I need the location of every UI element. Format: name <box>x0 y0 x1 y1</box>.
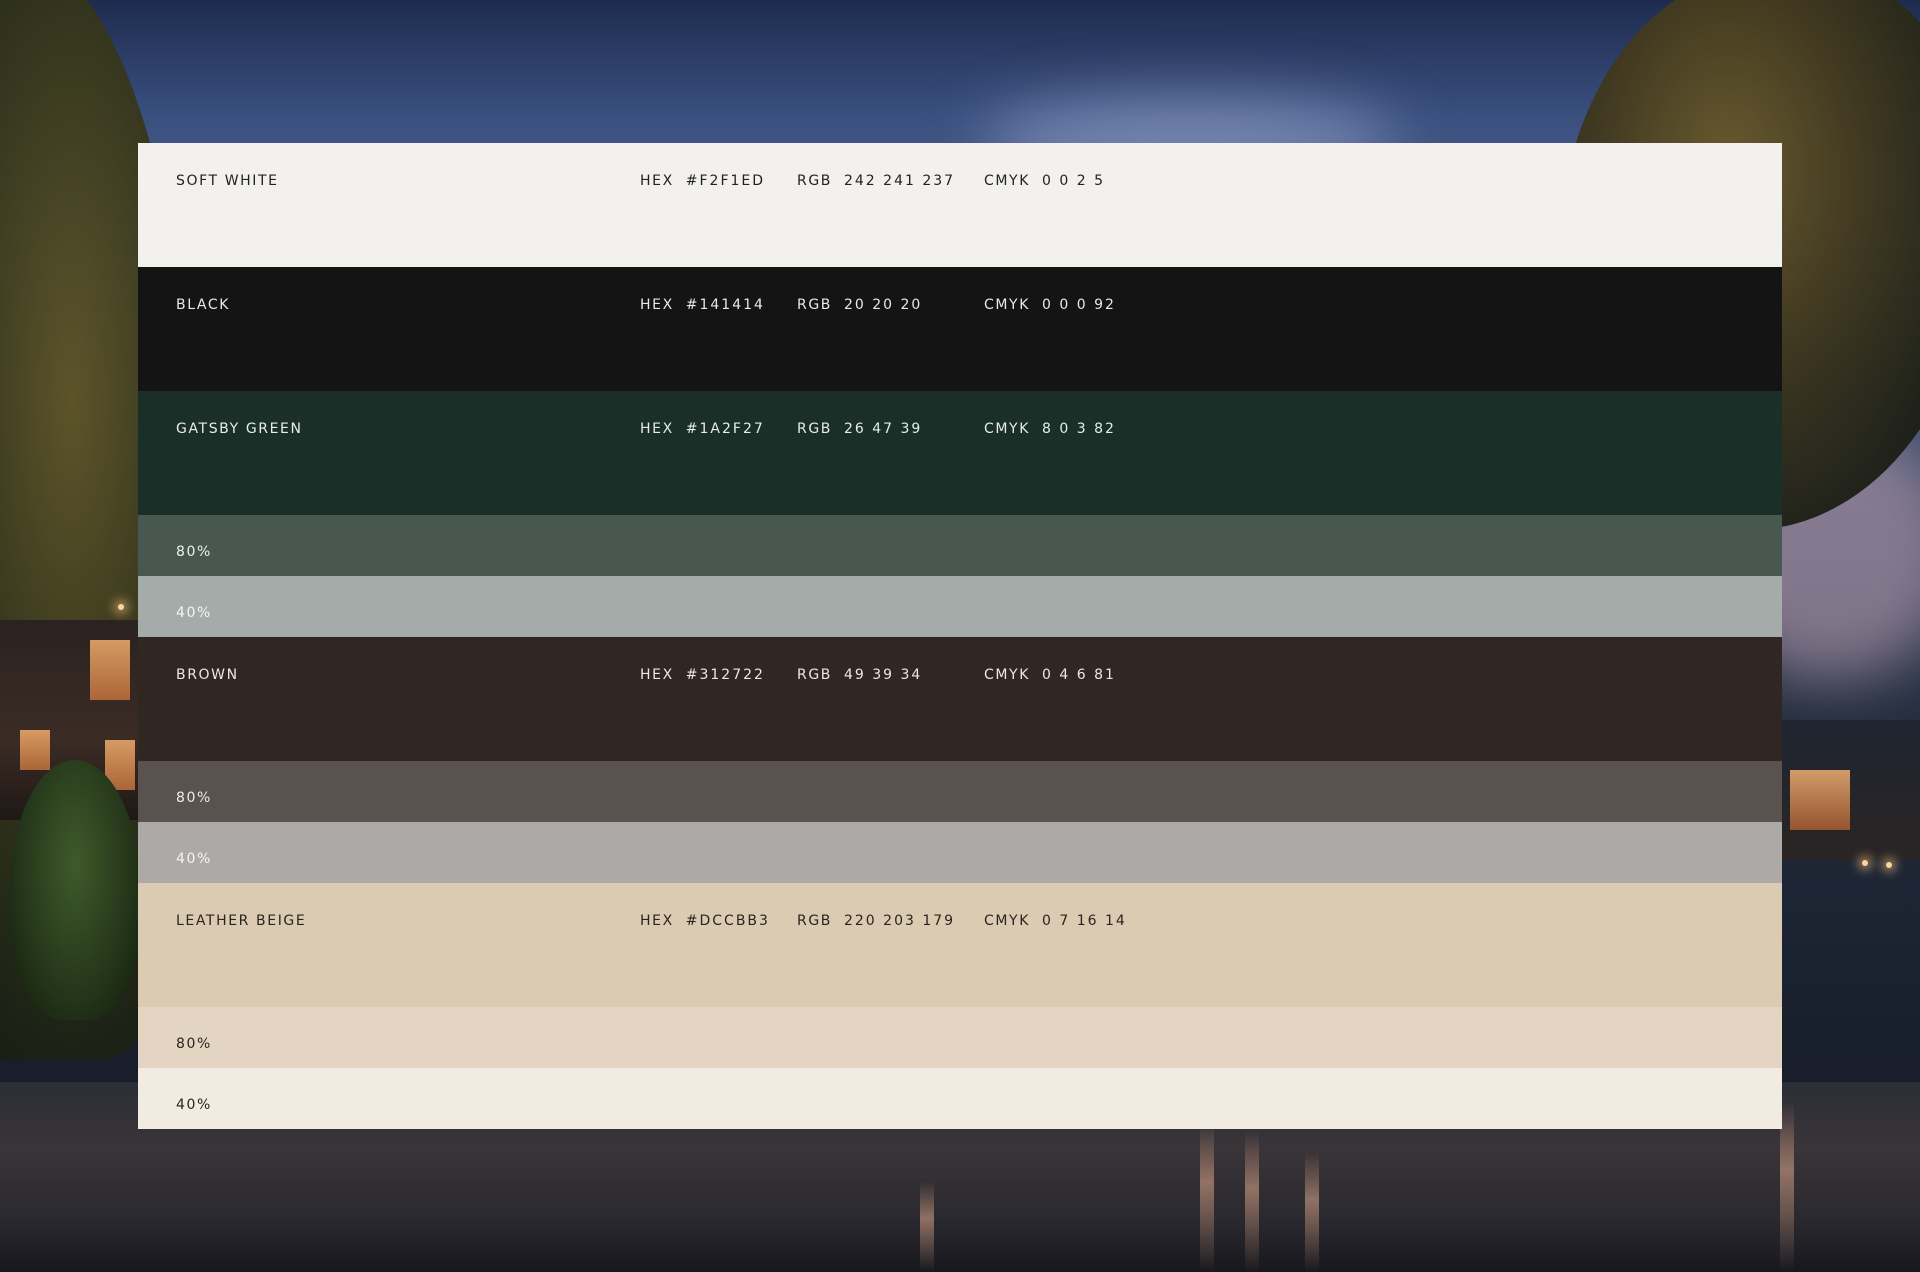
hex-value: HEX #1A2F27 <box>640 421 765 437</box>
rgb-value: RGB 220 203 179 <box>797 913 956 929</box>
swatch-brown-80: 80% <box>138 761 1782 822</box>
rgb-value: RGB 26 47 39 <box>797 421 923 437</box>
swatch-name: BLACK <box>176 297 231 313</box>
swatch-brown: BROWN HEX #312722 RGB 49 39 34 CMYK 0 4 6 8… <box>138 637 1782 761</box>
swatch-leather-beige: LEATHER BEIGE HEX #DCCBB3 RGB 220 203 179 … <box>138 883 1782 1007</box>
color-palette: SOFT WHITE HEX #F2F1ED RGB 242 241 237 CMY… <box>138 143 1782 1129</box>
hex-value: HEX #F2F1ED <box>640 173 766 189</box>
swatch-name: SOFT WHITE <box>176 173 279 189</box>
cmyk-value: CMYK 0 4 6 81 <box>984 667 1116 683</box>
swatch-gatsby-green-40: 40% <box>138 576 1782 637</box>
swatch-brown-40: 40% <box>138 822 1782 883</box>
house-right <box>1770 720 1920 860</box>
cmyk-value: CMYK 0 0 2 5 <box>984 173 1105 189</box>
swatch-name: LEATHER BEIGE <box>176 913 307 929</box>
cmyk-value: CMYK 8 0 3 82 <box>984 421 1116 437</box>
cmyk-value: CMYK 0 0 0 92 <box>984 297 1116 313</box>
hex-value: HEX #312722 <box>640 667 765 683</box>
swatch-name: GATSBY GREEN <box>176 421 303 437</box>
tint-label: 40% <box>176 1097 212 1113</box>
swatch-name: BROWN <box>176 667 239 683</box>
tint-label: 40% <box>176 851 212 867</box>
hex-value: HEX #DCCBB3 <box>640 913 770 929</box>
tint-label: 80% <box>176 790 212 806</box>
hex-value: HEX #141414 <box>640 297 765 313</box>
cmyk-value: CMYK 0 7 16 14 <box>984 913 1127 929</box>
swatch-leather-beige-40: 40% <box>138 1068 1782 1129</box>
rgb-value: RGB 242 241 237 <box>797 173 956 189</box>
rgb-value: RGB 20 20 20 <box>797 297 923 313</box>
shrub <box>10 760 140 1020</box>
tint-label: 40% <box>176 605 212 621</box>
rgb-value: RGB 49 39 34 <box>797 667 923 683</box>
tint-label: 80% <box>176 1036 212 1052</box>
tint-label: 80% <box>176 544 212 560</box>
swatch-soft-white: SOFT WHITE HEX #F2F1ED RGB 242 241 237 CMY… <box>138 143 1782 267</box>
swatch-black: BLACK HEX #141414 RGB 20 20 20 CMYK 0 0 0 9… <box>138 267 1782 391</box>
swatch-gatsby-green-80: 80% <box>138 515 1782 576</box>
swatch-leather-beige-80: 80% <box>138 1007 1782 1068</box>
swatch-gatsby-green: GATSBY GREEN HEX #1A2F27 RGB 26 47 39 CMYK… <box>138 391 1782 515</box>
